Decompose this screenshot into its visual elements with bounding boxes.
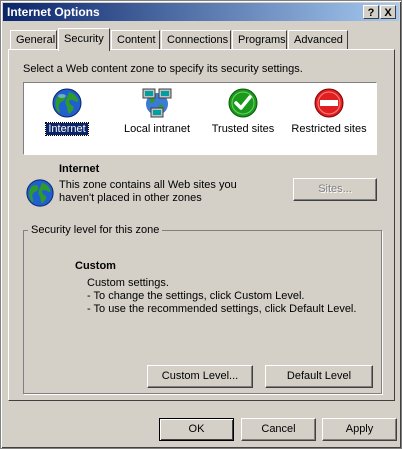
tab-connections[interactable]: Connections <box>161 30 231 49</box>
cancel-button[interactable]: Cancel <box>241 418 316 441</box>
title-bar[interactable]: Internet Options ? X <box>3 3 399 21</box>
close-button[interactable]: X <box>380 5 396 19</box>
tab-content[interactable]: Content <box>111 30 160 49</box>
security-tab-panel <box>8 49 395 401</box>
window-title: Internet Options <box>7 5 100 19</box>
help-button[interactable]: ? <box>363 5 379 19</box>
tab-advanced[interactable]: Advanced <box>288 30 348 49</box>
tab-general[interactable]: General <box>10 30 57 49</box>
apply-button[interactable]: Apply <box>322 418 397 441</box>
tab-security[interactable]: Security <box>58 28 110 51</box>
internet-options-dialog: Internet Options ? X General Security Co… <box>0 0 402 449</box>
tab-programs[interactable]: Programs <box>232 30 287 49</box>
ok-button[interactable]: OK <box>159 418 234 441</box>
